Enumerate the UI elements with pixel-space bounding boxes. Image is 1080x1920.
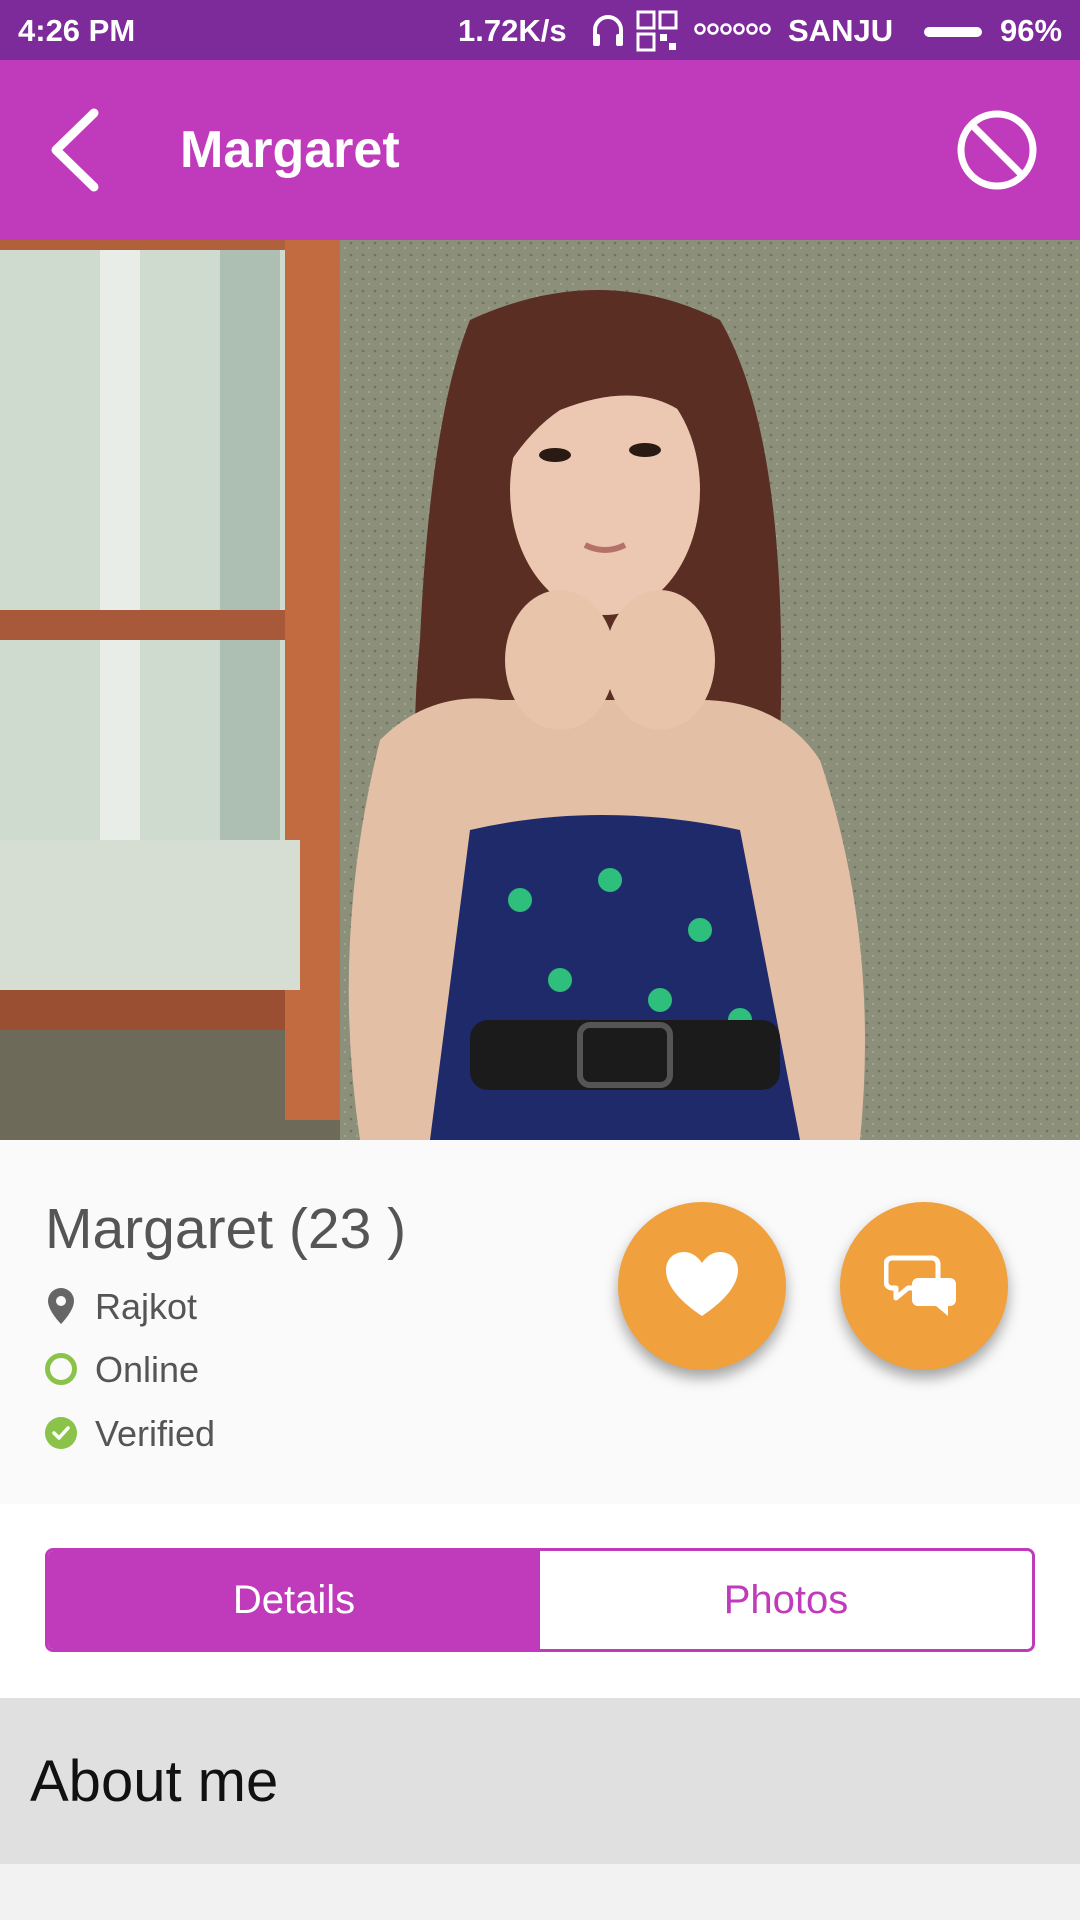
profile-name-age: Margaret (23 ) [45, 1197, 407, 1261]
status-net-speed: 1.72K/s [458, 13, 567, 48]
like-button[interactable] [618, 1202, 786, 1370]
chevron-left-icon [51, 108, 99, 192]
page-title: Margaret [180, 121, 400, 179]
profile-photo[interactable] [0, 240, 1080, 1140]
tabs-area: Details Photos [0, 1504, 1080, 1698]
about-content [0, 1864, 1080, 1920]
block-icon [957, 110, 1037, 190]
location-label: Rajkot [95, 1286, 198, 1327]
tab-details[interactable]: Details [48, 1551, 540, 1649]
tab-photos[interactable]: Photos [540, 1551, 1032, 1649]
online-status-label: Online [95, 1349, 200, 1390]
chat-button[interactable] [840, 1202, 1008, 1370]
block-user-button[interactable] [955, 108, 1039, 192]
status-battery: 96% [1000, 13, 1063, 48]
tab-bar: Details Photos [45, 1548, 1035, 1652]
chat-bubbles-icon [884, 1255, 956, 1316]
status-bar: 4:26 PM 1.72K/s SANJU 96% [0, 0, 1080, 60]
profile-info: Margaret (23 ) Rajkot Online Verified [0, 1140, 1080, 1504]
verified-check-icon [45, 1417, 77, 1449]
signal-dots-icon [694, 23, 771, 35]
location-pin-icon [48, 1288, 74, 1324]
status-carrier: SANJU [788, 13, 894, 48]
about-title: About me [30, 1749, 279, 1814]
battery-icon [924, 27, 982, 37]
verified-label: Verified [95, 1413, 216, 1454]
headphones-icon [593, 15, 623, 46]
app-bar: Margaret [0, 60, 1080, 240]
status-time: 4:26 PM [18, 13, 136, 48]
heart-icon [666, 1252, 738, 1316]
qr-icon [636, 10, 678, 52]
back-button[interactable] [40, 105, 120, 195]
online-status-icon [45, 1353, 77, 1385]
about-section-header: About me [0, 1698, 1080, 1864]
